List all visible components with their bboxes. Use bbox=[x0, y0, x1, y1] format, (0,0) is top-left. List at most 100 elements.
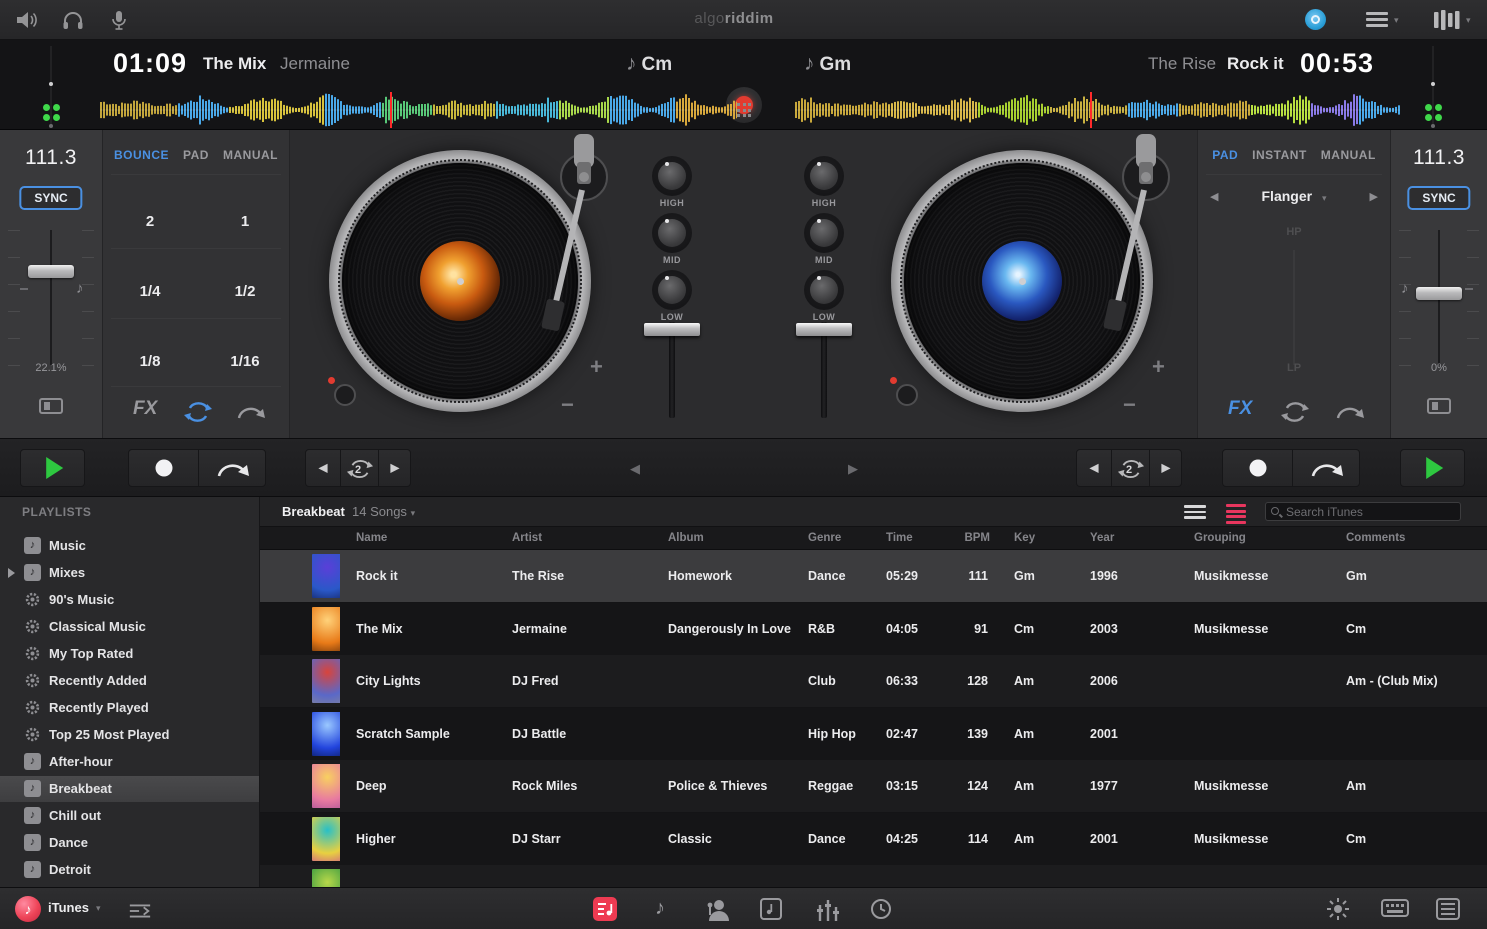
track-row-the-mix[interactable]: The Mix Jermaine Dangerously In Love R&B 04:… bbox=[260, 602, 1487, 655]
channel-b-volume-handle[interactable] bbox=[796, 323, 852, 336]
deck-b-effect-selector[interactable]: ◀ Flanger ▾ ▶ bbox=[1198, 188, 1390, 204]
track-row-rock-it[interactable]: Rock it The Rise Homework Dance 05:29 111 Gm 19… bbox=[260, 550, 1487, 602]
deck-b-tonearm[interactable] bbox=[1050, 132, 1190, 362]
sidebar-item-breakbeat[interactable]: ♪ Breakbeat bbox=[0, 776, 259, 802]
media-tab-songs[interactable]: ♪ bbox=[648, 897, 672, 921]
deck-a-loop-halve-button[interactable]: ◀ bbox=[306, 450, 340, 486]
track-row-deep[interactable]: Deep Rock Miles Police & Thieves Reggae 03:1… bbox=[260, 760, 1487, 812]
column-header-artist[interactable]: Artist bbox=[496, 532, 652, 544]
deck-a-pitch-slider[interactable] bbox=[0, 230, 102, 366]
deck-b-loop-icon[interactable] bbox=[1280, 400, 1310, 424]
deck-a-pitch-bend-minus[interactable]: − bbox=[561, 392, 574, 418]
channel-a-high-knob[interactable] bbox=[652, 156, 692, 196]
crossfader-right-icon[interactable]: ▶ bbox=[848, 461, 858, 477]
song-count[interactable]: 14 Songs ▾ bbox=[352, 504, 415, 519]
column-header-key[interactable]: Key bbox=[998, 532, 1074, 544]
track-row-city-lights[interactable]: City Lights DJ Fred Club 06:33 128 Am 2006 Am -… bbox=[260, 655, 1487, 707]
tab-instant[interactable]: INSTANT bbox=[1252, 148, 1307, 162]
channel-b-high-knob[interactable] bbox=[804, 156, 844, 196]
column-header-genre[interactable]: Genre bbox=[792, 532, 870, 544]
effect-prev-icon[interactable]: ◀ bbox=[1210, 190, 1218, 203]
deck-b-pitch-bend-plus[interactable]: + bbox=[1152, 354, 1165, 380]
queue-icon[interactable] bbox=[1436, 897, 1460, 921]
track-row-higher[interactable]: Higher DJ Starr Classic Dance 04:25 114 Am 2001… bbox=[260, 812, 1487, 865]
deck-b-level-meter[interactable] bbox=[1420, 46, 1446, 128]
sidebar-item-my-top-rated[interactable]: My Top Rated bbox=[0, 641, 259, 667]
deck-a-waveform[interactable] bbox=[100, 92, 737, 128]
deck-a-sync-button[interactable]: SYNC bbox=[19, 186, 83, 210]
deck-b-pitch-bend-minus[interactable]: − bbox=[1123, 392, 1136, 418]
source-selector[interactable]: iTunes bbox=[48, 900, 89, 915]
deck-b-set-cue-button[interactable] bbox=[1223, 450, 1292, 486]
deck-b-bounce-arrow-icon[interactable] bbox=[1335, 402, 1365, 422]
keyboard-icon[interactable] bbox=[1381, 897, 1409, 921]
track-row-partial[interactable] bbox=[260, 865, 1487, 887]
tab-bounce[interactable]: BOUNCE bbox=[114, 148, 169, 162]
deck-a-tonearm[interactable] bbox=[488, 132, 628, 362]
deck-b-jump-cue-button[interactable] bbox=[1309, 458, 1345, 480]
tab-pad[interactable]: PAD bbox=[1212, 148, 1238, 162]
tab-pad[interactable]: PAD bbox=[183, 148, 209, 162]
layout-columns-icon[interactable] bbox=[1434, 10, 1462, 30]
sidebar-item-recently-played[interactable]: Recently Played bbox=[0, 695, 259, 721]
deck-a-level-meter[interactable] bbox=[38, 46, 64, 128]
sidebar-item-mixes[interactable]: ♪ Mixes bbox=[0, 560, 259, 586]
deck-a-pitch-handle[interactable] bbox=[28, 264, 74, 278]
deck-b-key[interactable]: ♪ Gm bbox=[804, 52, 851, 76]
crossfader-left-icon[interactable]: ◀ bbox=[630, 461, 640, 477]
deck-b-loop-double-button[interactable]: ▶ bbox=[1149, 450, 1183, 486]
sidebar-item-90-s-music[interactable]: 90's Music bbox=[0, 587, 259, 613]
channel-b-mid-knob[interactable] bbox=[804, 213, 844, 253]
bounce-beat-2[interactable]: 2 bbox=[118, 198, 182, 246]
deck-b-fx-button[interactable]: FX bbox=[1228, 398, 1252, 420]
menu-icon[interactable] bbox=[1366, 12, 1388, 27]
media-tab-artists[interactable] bbox=[704, 897, 729, 921]
deck-a-motor-button[interactable] bbox=[334, 384, 356, 406]
settings-icon[interactable] bbox=[1326, 897, 1350, 921]
deck-b-pitch-slider[interactable] bbox=[1391, 230, 1487, 366]
sidebar-item-top-25-most-played[interactable]: Top 25 Most Played bbox=[0, 722, 259, 748]
column-header-name[interactable]: Name bbox=[340, 532, 496, 544]
deck-a-loop-double-button[interactable]: ▶ bbox=[378, 450, 412, 486]
colored-list-view-icon[interactable] bbox=[1226, 504, 1246, 524]
effect-next-icon[interactable]: ▶ bbox=[1370, 190, 1378, 203]
deck-a-pitch-bend-plus[interactable]: + bbox=[590, 354, 603, 380]
sidebar-item-classical-music[interactable]: Classical Music bbox=[0, 614, 259, 640]
status-blue-icon[interactable] bbox=[1305, 9, 1326, 30]
sidebar-item-music[interactable]: ♪ Music bbox=[0, 533, 259, 559]
sidebar-item-detroit[interactable]: ♪ Detroit bbox=[0, 857, 259, 883]
deck-a-set-cue-button[interactable] bbox=[129, 450, 198, 486]
bounce-beat-1-4[interactable]: 1/4 bbox=[118, 268, 182, 316]
column-header-grouping[interactable]: Grouping bbox=[1178, 532, 1330, 544]
deck-b-sync-button[interactable]: SYNC bbox=[1407, 186, 1471, 210]
deck-a-fx-button[interactable]: FX bbox=[133, 398, 157, 420]
deck-b-eject-icon[interactable] bbox=[1427, 398, 1451, 414]
column-header-year[interactable]: Year bbox=[1074, 532, 1178, 544]
column-header-bpm[interactable]: BPM bbox=[950, 532, 998, 544]
channel-b-volume-fader[interactable] bbox=[794, 322, 854, 418]
search-input[interactable]: Search iTunes bbox=[1265, 502, 1461, 521]
bounce-beat-1-8[interactable]: 1/8 bbox=[118, 338, 182, 386]
grid-icon[interactable] bbox=[737, 103, 752, 118]
bounce-beat-1-2[interactable]: 1/2 bbox=[213, 268, 277, 316]
disclosure-icon[interactable] bbox=[8, 568, 15, 578]
sidebar-item-dance[interactable]: ♪ Dance bbox=[0, 830, 259, 856]
deck-a-bounce-arrow-icon[interactable] bbox=[236, 402, 266, 422]
channel-a-low-knob[interactable] bbox=[652, 270, 692, 310]
deck-b-pitch-handle[interactable] bbox=[1416, 287, 1462, 301]
bounce-beat-1-16[interactable]: 1/16 bbox=[213, 338, 277, 386]
sidebar-item-recently-added[interactable]: Recently Added bbox=[0, 668, 259, 694]
deck-a-eject-icon[interactable] bbox=[39, 398, 63, 414]
channel-b-low-knob[interactable] bbox=[804, 270, 844, 310]
deck-b-waveform[interactable] bbox=[795, 92, 1400, 128]
deck-b-loop-halve-button[interactable]: ◀ bbox=[1077, 450, 1111, 486]
media-tab-genres[interactable] bbox=[815, 897, 839, 921]
media-tab-history[interactable] bbox=[869, 897, 893, 921]
column-header-album[interactable]: Album bbox=[652, 532, 792, 544]
deck-a-key[interactable]: ♪ Cm bbox=[626, 52, 672, 76]
channel-a-volume-handle[interactable] bbox=[644, 323, 700, 336]
column-header-comments[interactable]: Comments bbox=[1330, 532, 1487, 544]
bounce-beat-1[interactable]: 1 bbox=[213, 198, 277, 246]
deck-b-effect-slider[interactable] bbox=[1293, 250, 1295, 365]
column-header-time[interactable]: Time bbox=[870, 532, 950, 544]
